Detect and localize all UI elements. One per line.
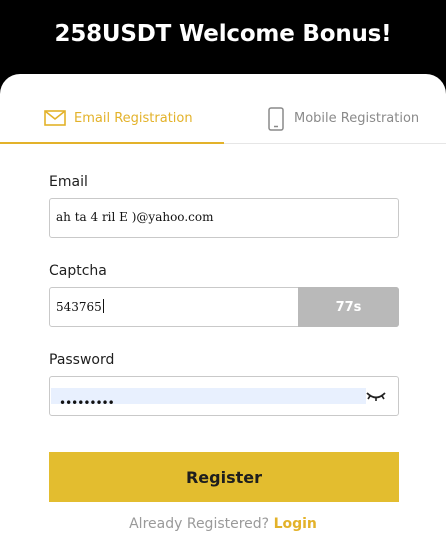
eye-closed-icon[interactable]	[366, 390, 386, 408]
captcha-value: 543765	[56, 300, 102, 314]
page-title: 258USDT Welcome Bonus!	[54, 21, 392, 47]
login-prompt: Already Registered? Login	[0, 516, 446, 532]
registration-card: Email Registration Mobile Registration E…	[0, 74, 446, 557]
captcha-countdown-button[interactable]: 77s	[298, 287, 399, 327]
tab-email-registration[interactable]: Email Registration	[0, 96, 224, 144]
password-label: Password	[49, 352, 115, 368]
tab-mobile-label: Mobile Registration	[294, 111, 420, 126]
password-field[interactable]: •••••••••	[49, 376, 399, 416]
text-cursor	[102, 299, 104, 313]
login-link[interactable]: Login	[274, 516, 317, 532]
already-registered-text: Already Registered?	[129, 516, 270, 532]
mail-icon	[44, 110, 66, 130]
email-field[interactable]: ah‌ ta‌ ‌4 ‌ril E‌ ‌)@yahoo.com	[49, 198, 399, 238]
registration-tabs: Email Registration Mobile Registration	[0, 96, 446, 144]
tab-email-label: Email Registration	[74, 111, 193, 126]
captcha-label: Captcha	[49, 263, 107, 279]
captcha-field[interactable]: 543765 77s	[49, 287, 399, 327]
smartphone-icon	[268, 107, 284, 135]
password-value: •••••••••	[59, 396, 115, 410]
email-value: ah‌ ta‌ ‌4 ‌ril E‌ ‌)@yahoo.com	[56, 210, 214, 224]
email-label: Email	[49, 174, 88, 190]
register-button[interactable]: Register	[49, 452, 399, 502]
tab-mobile-registration[interactable]: Mobile Registration	[224, 96, 446, 144]
autofill-highlight: •••••••••	[51, 388, 366, 410]
